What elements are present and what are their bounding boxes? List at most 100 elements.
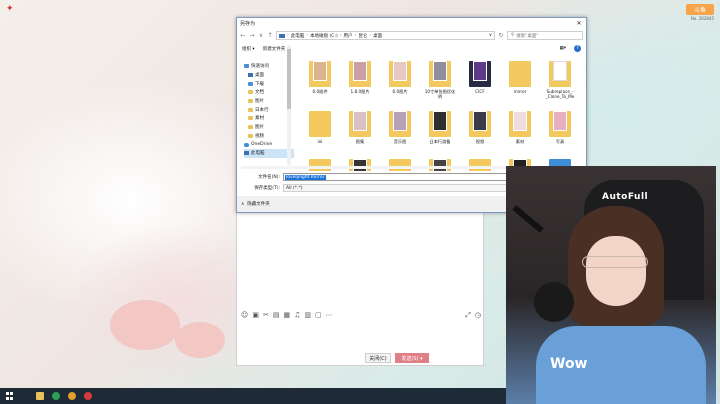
breadcrumb-item[interactable]: 桌面 [373,33,382,39]
microphone [534,282,574,322]
file-explorer-icon[interactable] [36,392,44,400]
folder-tile[interactable]: 音乐图 [384,111,416,155]
folder-icon [349,159,371,171]
scissors-icon[interactable]: ✂ [263,311,269,319]
folder-icon [549,61,571,87]
help-icon[interactable]: ? [574,45,581,52]
document-icon [248,90,253,95]
back-arrow-icon[interactable]: ← [240,32,246,39]
music-icon[interactable]: ♫ [294,311,300,319]
hide-folders-toggle[interactable]: 隐藏文件夹 [247,201,270,207]
folder-icon [248,125,253,130]
document-icon[interactable]: ▥ [304,311,311,319]
folder-tile[interactable]: 6.0图片 [384,61,416,105]
folder-tile[interactable]: 日本行游备 [424,111,456,155]
compose-toolbar: ☺ ▣ ✂ ▤ ▦ ♫ ▥ ▢ ⋯ ⤢ ◷ [239,309,483,321]
folder-icon [469,111,491,137]
folder-icon [429,111,451,137]
streamer-face [586,236,646,306]
dialog-titlebar: 另存为 ✕ [237,18,586,28]
folder-tile[interactable] [424,159,456,171]
star-icon [244,64,249,69]
chevron-down-icon[interactable]: ∨ [489,33,492,38]
windows-start-icon[interactable] [6,392,14,400]
folder-tile[interactable] [344,159,376,171]
folder-tile[interactable]: lol [304,111,336,155]
watermark-brand: 斗鱼 [686,4,714,15]
emoji-icon[interactable]: ☺ [241,311,248,319]
dialog-title: 另存为 [240,20,256,27]
folder-icon [549,111,571,137]
wallpaper-cat-paw [175,322,225,358]
search-icon: ⚲ [511,33,515,38]
webcam-overlay: AutoFull Wow [506,166,716,404]
pc-icon [244,151,249,156]
chrome-icon[interactable] [68,392,76,400]
folder-icon [309,111,331,137]
folder-icon [309,159,331,171]
nav-scrollbar[interactable] [287,45,291,165]
breadcrumb-item[interactable]: 本地磁盘 (C:) [310,33,338,39]
search-input[interactable]: ⚲ 搜索"桌面" [507,31,583,40]
folder-icon [429,61,451,87]
breadcrumb-item[interactable]: 昆仑 [358,33,367,39]
folder-icon [429,159,451,171]
folder-icon [248,116,253,121]
folder-icon [389,111,411,137]
chat-icon[interactable]: ▢ [315,311,322,319]
folder-icon [509,111,531,137]
savetype-label: 保存类型(T): [254,186,280,191]
up-arrow-icon[interactable]: ↑ [267,32,273,39]
folder-tile[interactable]: 1.8.0图片 [344,61,376,105]
address-row: ← → ∨ ↑ › 此电脑 › 本地磁盘 (C:) › 用户 › 昆仑 › 桌面… [237,30,586,41]
folder-tile[interactable]: 素材 [504,111,536,155]
folder-tile[interactable]: 图集 [344,111,376,155]
pc-icon [279,33,285,38]
breadcrumb-item[interactable]: 用户 [344,33,353,39]
new-folder-button[interactable]: 新建文件夹 [263,46,286,52]
filename-label: 文件名(N): [258,175,280,180]
desktop-icon [248,73,253,78]
forward-arrow-icon[interactable]: → [249,32,255,39]
folder-icon [469,61,491,87]
folder-tile[interactable]: 视频 [464,111,496,155]
mic-arm [512,205,544,233]
folder-icon [349,61,371,87]
refresh-icon[interactable]: ↻ [498,32,504,39]
wallpaper-cat-paw [110,300,180,350]
history-icon[interactable]: ◷ [475,311,481,319]
folder-tile[interactable]: CICF [464,61,496,105]
file-list: 6.0插件 1.8.0图片 6.0图片 10寸单张图优化明 CICF mirro… [298,61,580,171]
folder-tile[interactable]: 6.0插件 [304,61,336,105]
folder-tile[interactable] [464,159,496,171]
send-button[interactable]: 发送(S) ▾ [395,353,429,363]
close-icon[interactable]: ✕ [572,20,586,27]
close-button[interactable]: 关闭(C) [365,353,391,363]
address-bar[interactable]: › 此电脑 › 本地磁盘 (C:) › 用户 › 昆仑 › 桌面 ∨ [276,31,495,40]
folder-tile[interactable]: Subreplace_-_Clone_To_Me [544,61,576,105]
image-icon[interactable]: ▣ [252,311,259,319]
folder-icon[interactable]: ▤ [273,311,280,319]
scrollbar-thumb[interactable] [287,49,291,109]
glasses [582,256,648,268]
more-icon[interactable]: ⋯ [326,311,333,319]
breadcrumb-item[interactable]: 此电脑 [291,33,305,39]
folder-tile[interactable] [304,159,336,171]
folder-icon [509,61,531,87]
folder-tile[interactable]: 写真 [544,111,576,155]
chair-brand-logo: AutoFull [602,192,649,202]
app-icon[interactable] [84,392,92,400]
chevron-down-icon[interactable]: ∨ [258,32,264,39]
picture-icon[interactable]: ▦ [283,311,290,319]
folder-tile[interactable]: mirror [504,61,536,105]
expand-icon[interactable]: ⤢ [465,311,471,320]
chevron-up-icon[interactable]: ∧ [241,202,244,207]
download-icon [248,81,253,86]
watermark-room-id: No. 262845 [690,16,714,21]
folder-tile[interactable]: 10寸单张图优化明 [424,61,456,105]
browser-icon[interactable] [52,392,60,400]
organize-menu[interactable]: 组织 ▾ [242,46,255,52]
folder-tile[interactable] [384,159,416,171]
view-options-icon[interactable]: ▦▾ [559,46,566,51]
cloud-icon [244,142,249,147]
